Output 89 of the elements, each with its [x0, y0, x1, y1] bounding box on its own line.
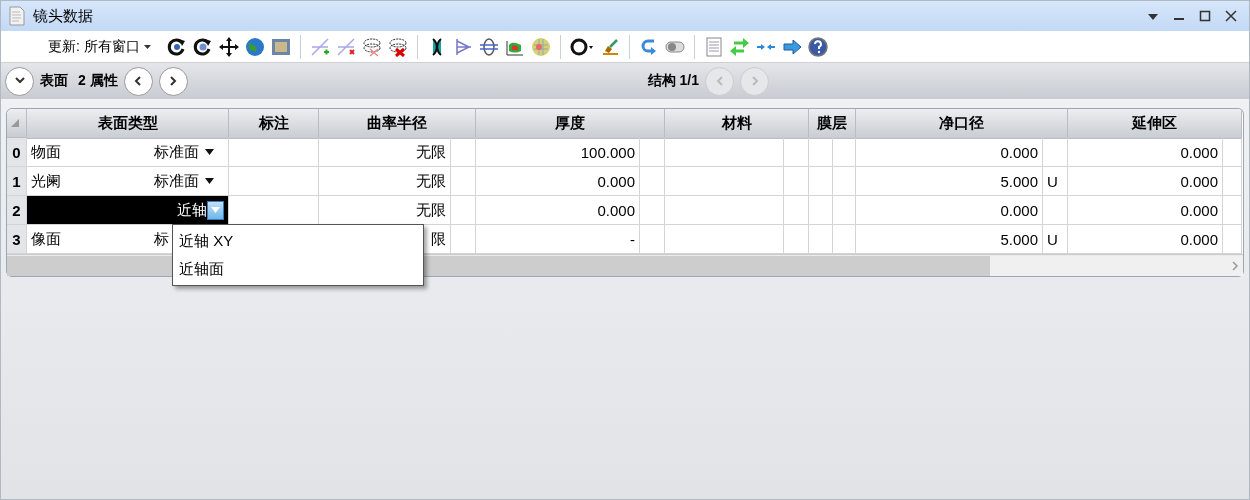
surface-name: 像面 — [31, 229, 61, 249]
table-cell: 0.000 — [476, 167, 640, 196]
surface-name: 物面 — [31, 142, 61, 162]
properties-label: 2 属性 — [78, 72, 118, 90]
table-cell — [640, 167, 665, 196]
previous-button[interactable] — [123, 66, 153, 96]
table-cell — [451, 138, 476, 167]
caret-icon[interactable] — [205, 149, 214, 155]
surface-type: 近轴 — [177, 200, 207, 220]
column-header[interactable]: 材料 — [665, 109, 809, 139]
surface-type: 标准面 — [154, 171, 199, 191]
dropdown-button[interactable] — [207, 200, 224, 220]
table-cell — [451, 196, 476, 225]
row-number: 0 — [7, 138, 27, 167]
right-arrow-icon[interactable] — [781, 36, 802, 57]
table-cell[interactable]: 物面 标准面 — [27, 138, 229, 167]
next-button[interactable] — [158, 66, 188, 96]
close-icon[interactable] — [1225, 10, 1237, 22]
table-cell — [784, 196, 809, 225]
table-cell: 5.000 — [856, 225, 1043, 254]
table-cell: - — [476, 225, 640, 254]
table-cell — [1223, 138, 1242, 167]
row-number: 1 — [7, 167, 27, 196]
move-icon[interactable] — [218, 36, 239, 57]
row-number: 2 — [7, 196, 27, 225]
table-cell — [451, 167, 476, 196]
table-cell: 无限 — [319, 167, 451, 196]
table-cell: 100.000 — [476, 138, 640, 167]
surface-name: 光阑 — [31, 171, 61, 191]
refresh-icon[interactable] — [192, 36, 213, 57]
column-header[interactable]: 曲率半径 — [319, 109, 476, 139]
table-cell: 0.000 — [1068, 196, 1223, 225]
table-cell — [809, 138, 833, 167]
caret-icon — [143, 43, 151, 50]
surface-type: 标准面 — [154, 142, 199, 162]
table-cell — [833, 196, 856, 225]
table-cell: 0.000 — [476, 196, 640, 225]
column-header[interactable]: 净口径 — [856, 109, 1068, 139]
table-cell — [1223, 196, 1242, 225]
column-header[interactable]: 表面类型 — [27, 109, 229, 139]
update-dropdown[interactable]: 更新: 所有窗口 — [46, 37, 153, 56]
table-cell: 0.000 — [1068, 167, 1223, 196]
lens-stack-icon[interactable] — [361, 36, 382, 57]
table-cell — [833, 138, 856, 167]
table-cell — [1223, 167, 1242, 196]
table-cell: 5.000 — [856, 167, 1043, 196]
table-cell: 0.000 — [1068, 138, 1223, 167]
lens-stack-icon[interactable] — [387, 36, 408, 57]
menu-item[interactable]: 近轴面 — [173, 255, 423, 283]
table-cell: U — [1043, 225, 1068, 254]
document-icon — [9, 6, 25, 26]
table-cell — [640, 138, 665, 167]
surface-label: 表面 — [40, 72, 68, 90]
help-icon[interactable] — [807, 36, 828, 57]
refresh-icon[interactable] — [166, 36, 187, 57]
column-header[interactable]: 标注 — [229, 109, 319, 139]
table-cell — [784, 138, 809, 167]
map-icon[interactable] — [270, 36, 291, 57]
table-cell — [640, 196, 665, 225]
globe-icon[interactable] — [244, 36, 265, 57]
table-cell — [833, 167, 856, 196]
table-cell[interactable]: 近轴 — [27, 196, 229, 225]
window-title: 镜头数据 — [33, 6, 94, 26]
configuration-label: 结构 1/1 — [647, 72, 699, 90]
delete-line-icon[interactable] — [335, 36, 356, 57]
ring-icon[interactable] — [569, 36, 594, 57]
surface-type: 标 — [154, 229, 169, 249]
add-line-icon[interactable] — [309, 36, 330, 57]
column-header[interactable]: 延伸区 — [1068, 109, 1242, 139]
caret-icon — [211, 207, 220, 213]
table-cell — [809, 196, 833, 225]
caret-icon[interactable] — [205, 178, 214, 184]
spot-diagram-icon[interactable] — [530, 36, 551, 57]
table-cell — [1043, 138, 1068, 167]
expand-button[interactable] — [5, 66, 34, 96]
table-cell: U — [1043, 167, 1068, 196]
row-number: 3 — [7, 225, 27, 254]
maximize-icon[interactable] — [1199, 10, 1211, 22]
table-cell: 0.000 — [1068, 225, 1223, 254]
table-cell — [784, 167, 809, 196]
lens-axis-icon[interactable] — [478, 36, 499, 57]
column-header[interactable]: 膜层 — [809, 109, 856, 139]
table-cell: 0.000 — [856, 138, 1043, 167]
table-cell: 0.000 — [856, 196, 1043, 225]
table-cell — [809, 167, 833, 196]
column-header[interactable]: 厚度 — [476, 109, 665, 139]
table-cell — [1043, 196, 1068, 225]
corner-icon — [11, 119, 19, 127]
table-cell: 无限 — [319, 138, 451, 167]
